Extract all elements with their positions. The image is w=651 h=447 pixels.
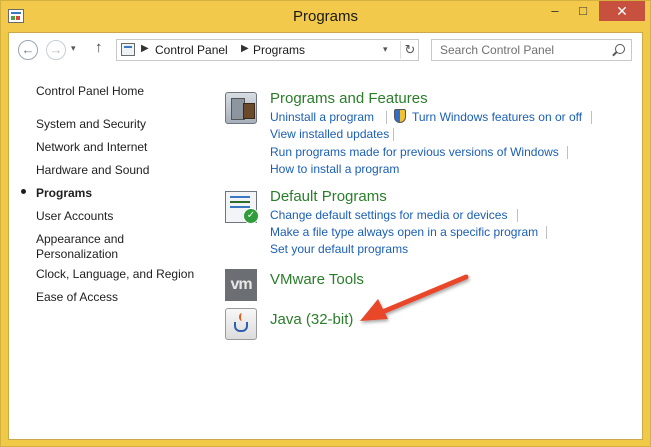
address-dropdown-icon[interactable]: ▾ [383, 44, 388, 55]
minimize-button[interactable]: – [541, 1, 569, 21]
run-older-programs-link[interactable]: Run programs made for previous versions … [270, 145, 559, 160]
search-input[interactable] [432, 40, 615, 60]
red-arrow-annotation [360, 274, 469, 321]
client-area: ← → ▾ ↑ ▶ Control Panel ▶ Programs ▾ ↻ C… [8, 32, 643, 440]
programs-and-features-icon[interactable] [225, 92, 257, 124]
breadcrumb-control-panel[interactable]: Control Panel [155, 43, 228, 57]
close-button[interactable]: ✕ [599, 1, 645, 21]
search-icon[interactable] [615, 44, 625, 54]
maximize-button[interactable]: □ [569, 1, 597, 21]
nav-user-accounts[interactable]: User Accounts [36, 209, 211, 224]
chevron-right-icon[interactable]: ▶ [141, 43, 149, 54]
nav-clock-language-region[interactable]: Clock, Language, and Region [36, 267, 211, 282]
nav-ease-of-access[interactable]: Ease of Access [36, 290, 211, 305]
address-bar[interactable]: ▶ Control Panel ▶ Programs ▾ ↻ [116, 39, 419, 61]
control-panel-window: Programs – □ ✕ ← → ▾ ↑ ▶ Control Panel ▶… [0, 0, 651, 447]
link-separator [386, 111, 387, 124]
vmware-tools-title[interactable]: VMware Tools [270, 271, 364, 288]
up-button[interactable]: ↑ [95, 39, 103, 56]
java-title[interactable]: Java (32-bit) [270, 311, 353, 328]
link-separator [591, 111, 592, 124]
search-box[interactable] [431, 39, 632, 61]
java-icon[interactable] [225, 308, 257, 340]
left-navigation-pane: Control Panel Home System and Security N… [9, 67, 209, 437]
nav-control-panel-home[interactable]: Control Panel Home [36, 84, 211, 99]
nav-hardware-and-sound[interactable]: Hardware and Sound [36, 163, 211, 178]
nav-appearance-and-personalization[interactable]: Appearance and Personalization [36, 232, 146, 262]
link-separator [393, 128, 394, 141]
uac-shield-icon [394, 109, 406, 123]
back-button[interactable]: ← [18, 40, 38, 60]
nav-network-and-internet[interactable]: Network and Internet [36, 140, 211, 155]
nav-programs[interactable]: Programs [36, 186, 211, 201]
vmware-tools-icon[interactable]: vm [225, 269, 257, 301]
programs-and-features-title[interactable]: Programs and Features [270, 90, 428, 107]
forward-button[interactable]: → [46, 40, 66, 60]
breadcrumb-programs[interactable]: Programs [253, 43, 305, 57]
turn-windows-features-link[interactable]: Turn Windows features on or off [412, 110, 582, 125]
current-page-bullet [21, 189, 26, 194]
uninstall-program-link[interactable]: Uninstall a program [270, 110, 374, 125]
link-separator [517, 209, 518, 222]
link-separator [567, 146, 568, 159]
navigation-bar: ← → ▾ ↑ ▶ Control Panel ▶ Programs ▾ ↻ [9, 33, 642, 67]
how-to-install-link[interactable]: How to install a program [270, 162, 399, 177]
chevron-right-icon[interactable]: ▶ [241, 43, 249, 54]
set-default-programs-link[interactable]: Set your default programs [270, 242, 408, 257]
refresh-button[interactable]: ↻ [400, 41, 419, 59]
title-bar[interactable]: Programs – □ ✕ [1, 1, 650, 32]
link-separator [546, 226, 547, 239]
view-installed-updates-link[interactable]: View installed updates [270, 127, 389, 142]
recent-locations-dropdown[interactable]: ▾ [71, 43, 76, 54]
nav-system-and-security[interactable]: System and Security [36, 117, 211, 132]
file-type-open-link[interactable]: Make a file type always open in a specif… [270, 225, 538, 240]
default-programs-title[interactable]: Default Programs [270, 188, 387, 205]
control-panel-address-icon [121, 43, 135, 56]
checkmark-icon: ✓ [243, 208, 259, 224]
change-default-media-link[interactable]: Change default settings for media or dev… [270, 208, 507, 223]
